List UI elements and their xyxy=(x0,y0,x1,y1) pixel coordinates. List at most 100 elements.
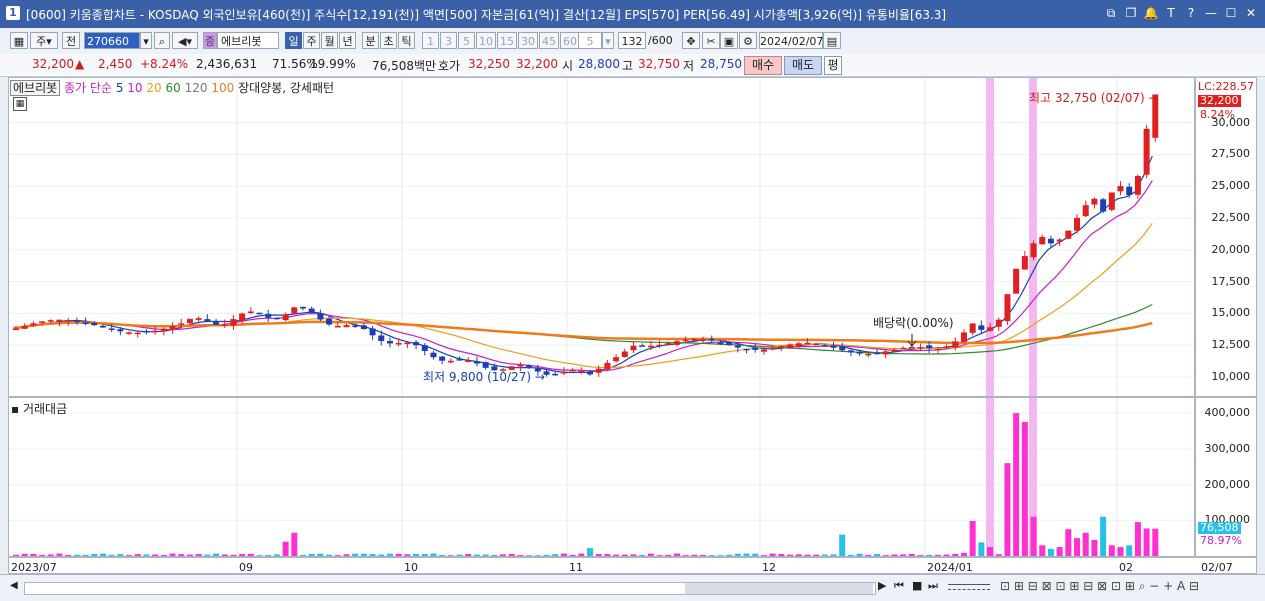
candle-body xyxy=(1013,268,1020,294)
volume-badge: 76,508 xyxy=(1198,521,1241,534)
close-icon[interactable]: ✕ xyxy=(1243,5,1259,21)
volume-bar xyxy=(639,555,646,556)
minimize-icon[interactable]: — xyxy=(1203,5,1219,21)
minute-5[interactable]: 5 xyxy=(458,32,475,49)
legend-ma120: 120 xyxy=(184,81,208,95)
candle-body xyxy=(769,348,776,350)
date-input[interactable]: 2024/02/07 xyxy=(759,32,823,49)
candle-body xyxy=(752,347,759,350)
volume-bar xyxy=(465,553,472,556)
candle-body xyxy=(13,328,19,331)
high-annotation: 최고 32,750 (02/07) → xyxy=(1029,91,1159,105)
volume-bar xyxy=(160,555,167,556)
bell-icon[interactable]: 🔔 xyxy=(1143,5,1159,21)
minute-60[interactable]: 60 xyxy=(560,32,580,49)
legend-ma20: 20 xyxy=(146,81,162,95)
price-change-pct: +8.24% xyxy=(140,57,189,71)
text-icon[interactable]: T xyxy=(1163,5,1179,21)
candle-body xyxy=(604,362,611,370)
open-label: 시 xyxy=(562,59,574,73)
last-icon[interactable]: ⏭ xyxy=(928,579,938,593)
volume-bar xyxy=(404,554,411,556)
play-icon[interactable]: ▶ xyxy=(878,579,886,592)
high-price: 32,750 xyxy=(638,57,680,71)
candle-body xyxy=(743,348,750,351)
period-second[interactable]: 초 xyxy=(380,32,397,49)
lc-label: LC:228.57 xyxy=(1198,80,1255,93)
grid-icon[interactable]: ▦ xyxy=(13,97,27,111)
scroll-left-icon[interactable]: ◀ xyxy=(10,580,18,591)
stock-name-field[interactable]: 에브리봇 xyxy=(217,32,279,49)
candle-body xyxy=(56,319,63,322)
volume-bar xyxy=(178,554,185,556)
volume-panel[interactable]: ▪ 거래대금 xyxy=(8,397,1195,557)
volume-bar xyxy=(256,555,263,556)
legend-stock[interactable]: 에브리봇 xyxy=(10,80,61,96)
volume-bar xyxy=(682,555,689,556)
app-number-icon: 1 xyxy=(6,6,20,20)
minute-30[interactable]: 30 xyxy=(518,32,538,49)
sound-icon[interactable]: ◀▾ xyxy=(172,32,198,49)
volume-bar xyxy=(308,553,315,556)
candle-body xyxy=(804,342,811,345)
volume-bar xyxy=(369,554,376,556)
count-input[interactable]: 132 xyxy=(618,32,646,49)
period-day[interactable]: 일 xyxy=(285,32,302,49)
prev-button[interactable]: 전 xyxy=(62,32,80,49)
minute-10[interactable]: 10 xyxy=(476,32,496,49)
minute-45[interactable]: 45 xyxy=(539,32,559,49)
chart-menu-icon[interactable]: ▦ xyxy=(10,32,28,49)
crosshair-icon[interactable]: ✥ xyxy=(682,32,700,49)
candle-body xyxy=(99,325,106,328)
custom-minute-dropdown-icon[interactable]: ▾ xyxy=(602,32,614,49)
bid-price: 32,200 xyxy=(516,57,558,71)
minute-15[interactable]: 15 xyxy=(497,32,517,49)
cut-icon[interactable]: ✂ xyxy=(702,32,720,49)
first-icon[interactable]: ⏮ xyxy=(894,579,904,593)
window-icon[interactable]: ❐ xyxy=(1123,5,1139,21)
volume-bar xyxy=(247,553,254,556)
help-icon[interactable]: ? xyxy=(1183,5,1199,21)
candle-body xyxy=(47,320,54,322)
candle-body xyxy=(195,318,202,320)
sell-button[interactable]: 매도 xyxy=(784,56,822,75)
restore-icon[interactable]: ⧉ xyxy=(1103,5,1119,21)
custom-minute-input[interactable]: 5 xyxy=(578,32,602,49)
period-unit-select[interactable]: 주▾ xyxy=(30,32,58,49)
period-week[interactable]: 주 xyxy=(303,32,320,49)
buy-button[interactable]: 매수 xyxy=(744,56,782,75)
candle-body xyxy=(308,308,315,314)
maximize-icon[interactable]: ☐ xyxy=(1223,5,1239,21)
stop-icon[interactable]: ■ xyxy=(912,579,922,592)
search-icon[interactable]: ⌕ xyxy=(154,32,170,49)
eval-button[interactable]: 평 xyxy=(824,56,842,75)
period-tick[interactable]: 틱 xyxy=(398,32,415,49)
candle-body xyxy=(613,357,620,362)
low-annotation: 최저 9,800 (10/27) → xyxy=(423,370,545,384)
candle-body xyxy=(700,339,707,341)
price-panel[interactable]: 최고 32,750 (02/07) → 최저 9,800 (10/27) → 배당락… xyxy=(8,77,1195,397)
layout-icons[interactable]: ⊡ ⊞ ⊟ ⊠ ⊡ ⊞ ⊟ ⊠ ⊡ ⊞ ⌕ − + A ⊟ xyxy=(1000,579,1199,594)
volume-bar xyxy=(395,553,402,556)
candle-body xyxy=(1047,238,1054,244)
candle-body xyxy=(360,325,367,330)
scrollbar-track[interactable] xyxy=(24,582,876,595)
candle-body xyxy=(447,360,454,363)
period-minute[interactable]: 분 xyxy=(362,32,379,49)
candle-body xyxy=(795,343,802,347)
gear-icon[interactable]: ⚙ xyxy=(739,32,757,49)
scrollbar-thumb[interactable] xyxy=(685,583,873,594)
save-icon[interactable]: ▣ xyxy=(720,32,738,49)
price-legend: 에브리봇 종가 단순 5 10 20 60 120 100 장대양봉, 강세패턴 xyxy=(10,79,334,96)
volume-bar xyxy=(1126,545,1133,556)
minute-1[interactable]: 1 xyxy=(422,32,439,49)
stock-code-input[interactable]: 270660 xyxy=(84,32,140,49)
code-dropdown-icon[interactable]: ▾ xyxy=(140,32,152,49)
minute-3[interactable]: 3 xyxy=(440,32,457,49)
candle-body xyxy=(726,342,733,346)
calendar-icon[interactable]: ▤ xyxy=(823,32,841,49)
candle-body xyxy=(317,313,324,320)
period-month[interactable]: 월 xyxy=(321,32,338,49)
zoom-slider[interactable] xyxy=(948,584,990,590)
period-year[interactable]: 년 xyxy=(339,32,356,49)
